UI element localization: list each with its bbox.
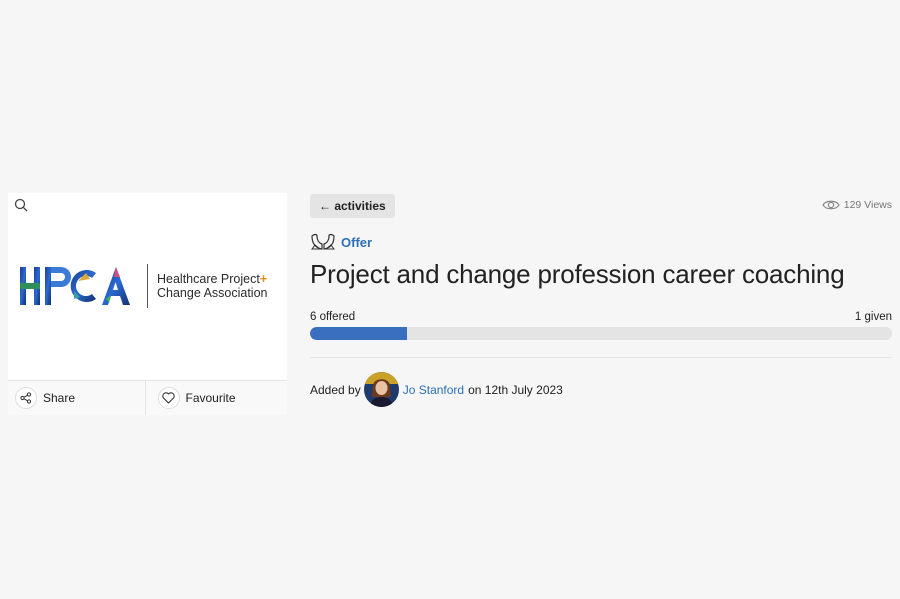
given-count: 1 given <box>854 311 892 323</box>
share-button[interactable]: Share <box>8 381 145 415</box>
logo-wordmark: Healthcare Project+ Change Association <box>157 272 268 300</box>
author-link[interactable]: Jo Stanford <box>403 383 464 397</box>
progress-fill <box>310 327 408 340</box>
organisation-card: Healthcare Project+ Change Association S… <box>8 193 287 415</box>
heart-icon-wrap <box>157 387 180 409</box>
logo-text-line1: Healthcare Project <box>157 272 260 286</box>
offer-hands-icon <box>311 233 335 250</box>
views-count: 129 Views <box>822 199 892 211</box>
card-actions: Share Favourite <box>8 380 287 415</box>
favourite-label: Favourite <box>185 391 236 405</box>
added-by: Added by Jo Stanford on 12th July 2023 <box>310 372 563 407</box>
share-icon-wrap <box>15 387 37 409</box>
progress-labels: 6 offered 1 given <box>310 311 892 323</box>
listing-type: Offer <box>310 232 372 252</box>
share-label: Share <box>43 391 76 405</box>
progress-bar <box>310 327 892 340</box>
added-by-prefix: Added by <box>310 382 361 397</box>
organisation-logo: Healthcare Project+ Change Association <box>18 263 283 309</box>
page-title: Project and change profession career coa… <box>310 259 845 289</box>
search-icon[interactable] <box>14 198 28 212</box>
eye-icon <box>822 200 840 210</box>
hpca-logo-mark <box>20 267 130 305</box>
added-date: on 12th July 2023 <box>468 382 563 397</box>
logo-plus: + <box>259 272 268 286</box>
logo-text-line2: Change Association <box>157 286 268 300</box>
offered-count: 6 offered <box>310 311 356 323</box>
listing-type-label: Offer <box>341 234 373 250</box>
heart-icon <box>162 392 175 404</box>
share-icon <box>20 392 32 404</box>
divider <box>310 357 892 358</box>
favourite-button[interactable]: Favourite <box>144 381 288 415</box>
avatar-image <box>363 372 399 407</box>
avatar[interactable] <box>363 372 399 407</box>
back-to-activities-button[interactable]: ← activities <box>310 194 395 218</box>
logo-divider <box>147 264 148 308</box>
views-label: 129 Views <box>843 199 892 211</box>
